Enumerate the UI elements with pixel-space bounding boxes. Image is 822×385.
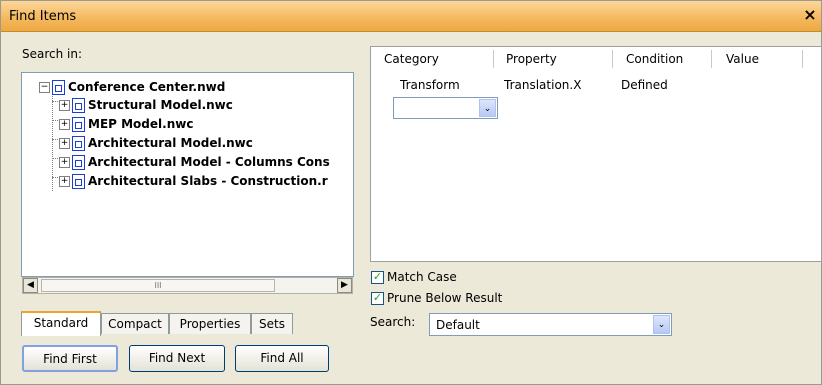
search-mode-dropdown[interactable]: Default ⌄: [429, 313, 672, 336]
search-label: Search:: [370, 315, 416, 329]
tree-horizontal-scrollbar[interactable]: ◀ III ▶: [22, 277, 353, 294]
tree-item-mep-model[interactable]: + MEP Model.nwc: [59, 114, 193, 134]
column-header-value[interactable]: Value: [726, 47, 759, 71]
cell-property[interactable]: Translation.X: [504, 78, 581, 92]
tree-item-label: Architectural Slabs - Construction.r: [88, 174, 328, 188]
column-separator: [711, 50, 712, 68]
tree-item-architectural-model[interactable]: + Architectural Model.nwc: [59, 133, 253, 153]
prune-below-result-label: Prune Below Result: [387, 291, 503, 305]
close-icon[interactable]: ×: [801, 5, 819, 25]
model-file-icon: [72, 136, 85, 151]
scroll-right-button[interactable]: ▶: [337, 278, 352, 293]
prune-below-result-checkbox[interactable]: ✓: [371, 292, 384, 305]
tree-item-label: Architectural Model - Columns Cons: [88, 155, 330, 169]
minus-box-icon[interactable]: −: [39, 82, 50, 93]
model-file-icon: [72, 174, 85, 189]
chevron-down-icon[interactable]: ⌄: [653, 315, 670, 334]
tab-compact[interactable]: Compact: [101, 313, 169, 334]
column-header-category[interactable]: Category: [384, 47, 439, 71]
column-header-property[interactable]: Property: [506, 47, 557, 71]
find-next-button[interactable]: Find Next: [129, 345, 225, 372]
match-case-checkbox[interactable]: ✓: [371, 271, 384, 284]
plus-box-icon[interactable]: +: [59, 100, 70, 111]
tree-item-label: Structural Model.nwc: [88, 98, 233, 112]
plus-box-icon[interactable]: +: [59, 138, 70, 149]
conditions-grid[interactable]: Category Property Condition Value Transf…: [370, 46, 822, 262]
model-file-icon: [72, 98, 85, 113]
cell-condition[interactable]: Defined: [621, 78, 668, 92]
plus-box-icon[interactable]: +: [59, 157, 70, 168]
column-separator: [802, 50, 803, 68]
tree-item-architectural-slabs[interactable]: + Architectural Slabs - Construction.r: [59, 171, 328, 191]
find-first-button[interactable]: Find First: [22, 345, 118, 372]
scroll-left-button[interactable]: ◀: [23, 278, 38, 293]
plus-box-icon[interactable]: +: [59, 176, 70, 187]
tab-sets[interactable]: Sets: [251, 313, 293, 334]
tree-item-label: MEP Model.nwc: [88, 117, 194, 131]
model-file-icon: [52, 80, 65, 95]
tree-item-label: Conference Center.nwd: [68, 80, 226, 94]
find-all-button[interactable]: Find All: [235, 345, 329, 372]
search-in-label: Search in:: [22, 47, 83, 61]
match-case-label: Match Case: [387, 270, 457, 284]
column-header-condition[interactable]: Condition: [626, 47, 683, 71]
plus-box-icon[interactable]: +: [59, 119, 70, 130]
scroll-thumb[interactable]: III: [41, 279, 275, 292]
column-separator: [612, 50, 613, 68]
find-items-dialog: Find Items × Search in: − Conference Cent…: [0, 0, 822, 385]
category-dropdown[interactable]: ⌄: [393, 97, 498, 119]
tree-item-structural-model[interactable]: + Structural Model.nwc: [59, 95, 233, 115]
column-separator: [493, 50, 494, 68]
chevron-down-icon[interactable]: ⌄: [479, 99, 496, 117]
model-file-icon: [72, 155, 85, 170]
search-mode-value: Default: [436, 318, 480, 332]
window-title: Find Items: [9, 9, 77, 24]
title-bar: Find Items ×: [1, 1, 821, 32]
cell-category[interactable]: Transform: [400, 78, 460, 92]
tab-standard[interactable]: Standard: [21, 311, 101, 336]
tree-item-conference-center[interactable]: − Conference Center.nwd: [39, 77, 225, 97]
tab-properties[interactable]: Properties: [169, 313, 251, 334]
tree-item-label: Architectural Model.nwc: [88, 136, 253, 150]
tree-item-architectural-columns[interactable]: + Architectural Model - Columns Cons: [59, 152, 330, 172]
model-tree[interactable]: − Conference Center.nwd + Structural Model…: [21, 72, 354, 277]
model-file-icon: [72, 117, 85, 132]
